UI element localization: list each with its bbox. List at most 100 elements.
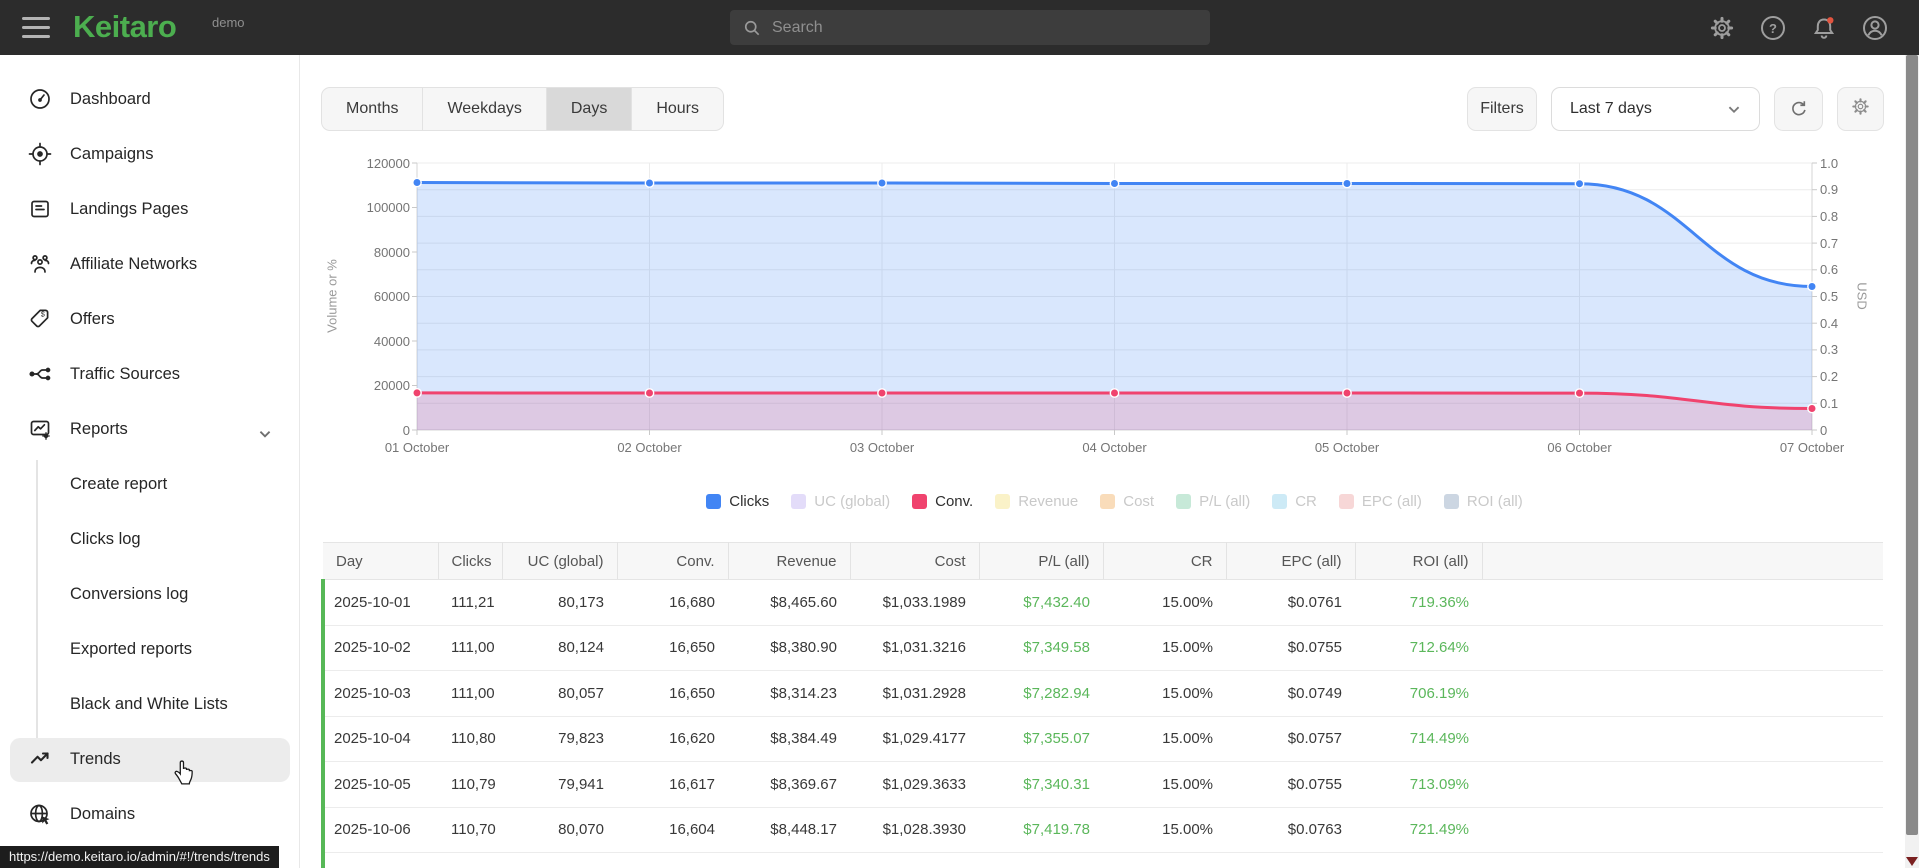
sidebar-item-label: Campaigns: [70, 145, 154, 163]
granularity-tabs: Months Weekdays Days Hours: [321, 87, 725, 131]
table-cell: $8,369.67: [728, 761, 850, 808]
legend-item-cr[interactable]: CR: [1272, 493, 1317, 510]
legend-label: ROI (all): [1466, 493, 1523, 510]
sidebar-item-domains[interactable]: Domains: [0, 787, 300, 842]
account-icon[interactable]: [1861, 14, 1889, 42]
brand-logo: Keitaro: [73, 9, 177, 44]
refresh-button[interactable]: [1774, 87, 1823, 131]
right-tick-label: 1.0: [1820, 155, 1839, 171]
chart-settings-button[interactable]: [1837, 87, 1884, 131]
sidebar-item-black-and-white-lists[interactable]: Black and White Lists: [0, 677, 300, 732]
x-tick-label: 05 October: [1314, 440, 1380, 455]
sidebar-item-create-report[interactable]: Create report: [0, 457, 300, 512]
sidebar-item-label: Reports: [70, 420, 128, 438]
env-label: demo: [212, 15, 245, 30]
x-tick-label: 06 October: [1547, 440, 1612, 455]
sidebar-item-campaigns[interactable]: Campaigns: [0, 127, 300, 182]
landings-icon: [28, 197, 52, 221]
table-cell: 713.09%: [1355, 761, 1482, 808]
right-tick-label: 0.1: [1820, 395, 1839, 411]
trends-icon: [28, 747, 52, 771]
table-cell: 64,49: [438, 852, 502, 868]
legend-item-revenue[interactable]: Revenue: [995, 493, 1078, 510]
legend-label: UC (global): [814, 493, 891, 510]
sidebar-item-offers[interactable]: $ Offers: [0, 292, 300, 347]
notifications-icon[interactable]: [1810, 14, 1838, 42]
topbar-icons: ?: [1708, 14, 1889, 42]
refresh-icon: [1791, 101, 1806, 116]
legend-item-p-l-all-[interactable]: P/L (all): [1176, 493, 1250, 510]
trend-chart: [412, 162, 1817, 435]
table-cell-filler: [1482, 625, 1883, 671]
x-tick-label: 02 October: [617, 440, 682, 455]
table-cell: 16,620: [617, 716, 728, 762]
tab-months[interactable]: Months: [322, 88, 422, 130]
table-cell: $0.0755: [1226, 625, 1355, 671]
table-cell: 2025-10-06: [321, 807, 438, 853]
filters-button[interactable]: Filters: [1467, 87, 1537, 131]
chevron-down-icon: [254, 423, 276, 450]
right-tick-label: 0.5: [1820, 289, 1839, 304]
legend-item-cost[interactable]: Cost: [1100, 493, 1154, 510]
tab-days[interactable]: Days: [545, 88, 632, 130]
scrollbar-thumb[interactable]: [1906, 55, 1918, 835]
table-row: 2025-10-03 111,00 80,057 16,650 $8,314.23 $1,…: [321, 670, 1883, 717]
right-axis-title: USD: [1854, 282, 1870, 310]
sidebar-item-label: Affiliate Networks: [70, 255, 198, 273]
table-cell: $1,029.3633: [850, 761, 979, 808]
help-icon[interactable]: ?: [1759, 14, 1787, 42]
table-cell: 16,617: [617, 761, 728, 808]
sidebar-item-trends[interactable]: Trends: [0, 732, 300, 787]
left-tick-label: 40000: [373, 333, 410, 349]
sidebar-item-clicks-log[interactable]: Clicks log: [0, 512, 300, 567]
tab-weekdays[interactable]: Weekdays: [422, 88, 545, 130]
right-tick-label: 0.2: [1820, 369, 1839, 385]
table-cell: $1,033.1989: [850, 579, 979, 626]
table-row: 2025-10-02 111,00 80,124 16,650 $8,380.90 $1,…: [321, 625, 1883, 671]
search-input[interactable]: [730, 10, 1210, 45]
legend-item-conv-[interactable]: Conv.: [912, 493, 973, 510]
table-cell-filler: [1482, 716, 1883, 762]
table-cell: 15.00%: [1103, 716, 1226, 762]
legend-item-uc-global-[interactable]: UC (global): [791, 493, 890, 510]
legend-swatch: [1100, 494, 1116, 509]
table-cell: 80,070: [502, 807, 617, 853]
table-cell: $8,465.60: [728, 579, 850, 626]
sidebar-item-exported-reports[interactable]: Exported reports: [0, 622, 300, 677]
sidebar-item-landings-pages[interactable]: Landings Pages: [0, 182, 300, 237]
x-tick-label: 04 October: [1082, 440, 1147, 455]
table-body: 2025-10-01 111,21 80,173 16,680 $8,465.60 $1,…: [321, 579, 1883, 868]
table-cell-filler: [1482, 579, 1883, 626]
legend-swatch: [995, 494, 1011, 509]
menu-icon[interactable]: [22, 17, 50, 38]
legend-label: Cost: [1123, 493, 1155, 510]
table-cell-filler: [1482, 761, 1883, 808]
sidebar-item-conversions-log[interactable]: Conversions log: [0, 567, 300, 622]
table-cell: 16,680: [617, 579, 728, 626]
sidebar-item-traffic-sources[interactable]: Traffic Sources: [0, 347, 300, 402]
sidebar-item-dashboard[interactable]: Dashboard: [0, 72, 300, 127]
table-cell: 15.00%: [1103, 761, 1226, 808]
date-range-select[interactable]: Last 7 days: [1551, 87, 1760, 131]
table-cell: $0.0757: [1226, 716, 1355, 762]
column-header-uc-global-: UC (global): [502, 542, 618, 580]
legend-swatch: [912, 494, 928, 509]
legend-item-clicks[interactable]: Clicks: [706, 493, 769, 510]
legend-item-roi-all-[interactable]: ROI (all): [1443, 493, 1523, 510]
settings-icon[interactable]: [1708, 14, 1736, 42]
table-cell: $1,029.4177: [850, 716, 979, 762]
domains-icon: [28, 802, 52, 826]
x-tick-label: 07 October: [1779, 440, 1845, 455]
tab-hours[interactable]: Hours: [631, 88, 723, 130]
table-cell: 111,00: [438, 625, 502, 671]
right-tick-label: 0.4: [1820, 315, 1839, 331]
legend-label: CR: [1295, 493, 1317, 510]
svg-text:$: $: [41, 312, 45, 319]
table-row: 2025-10-05 110,79 79,941 16,617 $8,369.67 $1,…: [321, 761, 1883, 808]
sidebar-item-label: Conversions log: [70, 585, 189, 603]
table-cell: 9,648: [617, 852, 728, 868]
left-tick-label: 100000: [366, 200, 410, 215]
legend-item-epc-all-[interactable]: EPC (all): [1338, 493, 1422, 510]
sidebar-item-affiliate-networks[interactable]: Affiliate Networks: [0, 237, 300, 292]
sidebar-item-reports[interactable]: Reports: [0, 402, 300, 457]
